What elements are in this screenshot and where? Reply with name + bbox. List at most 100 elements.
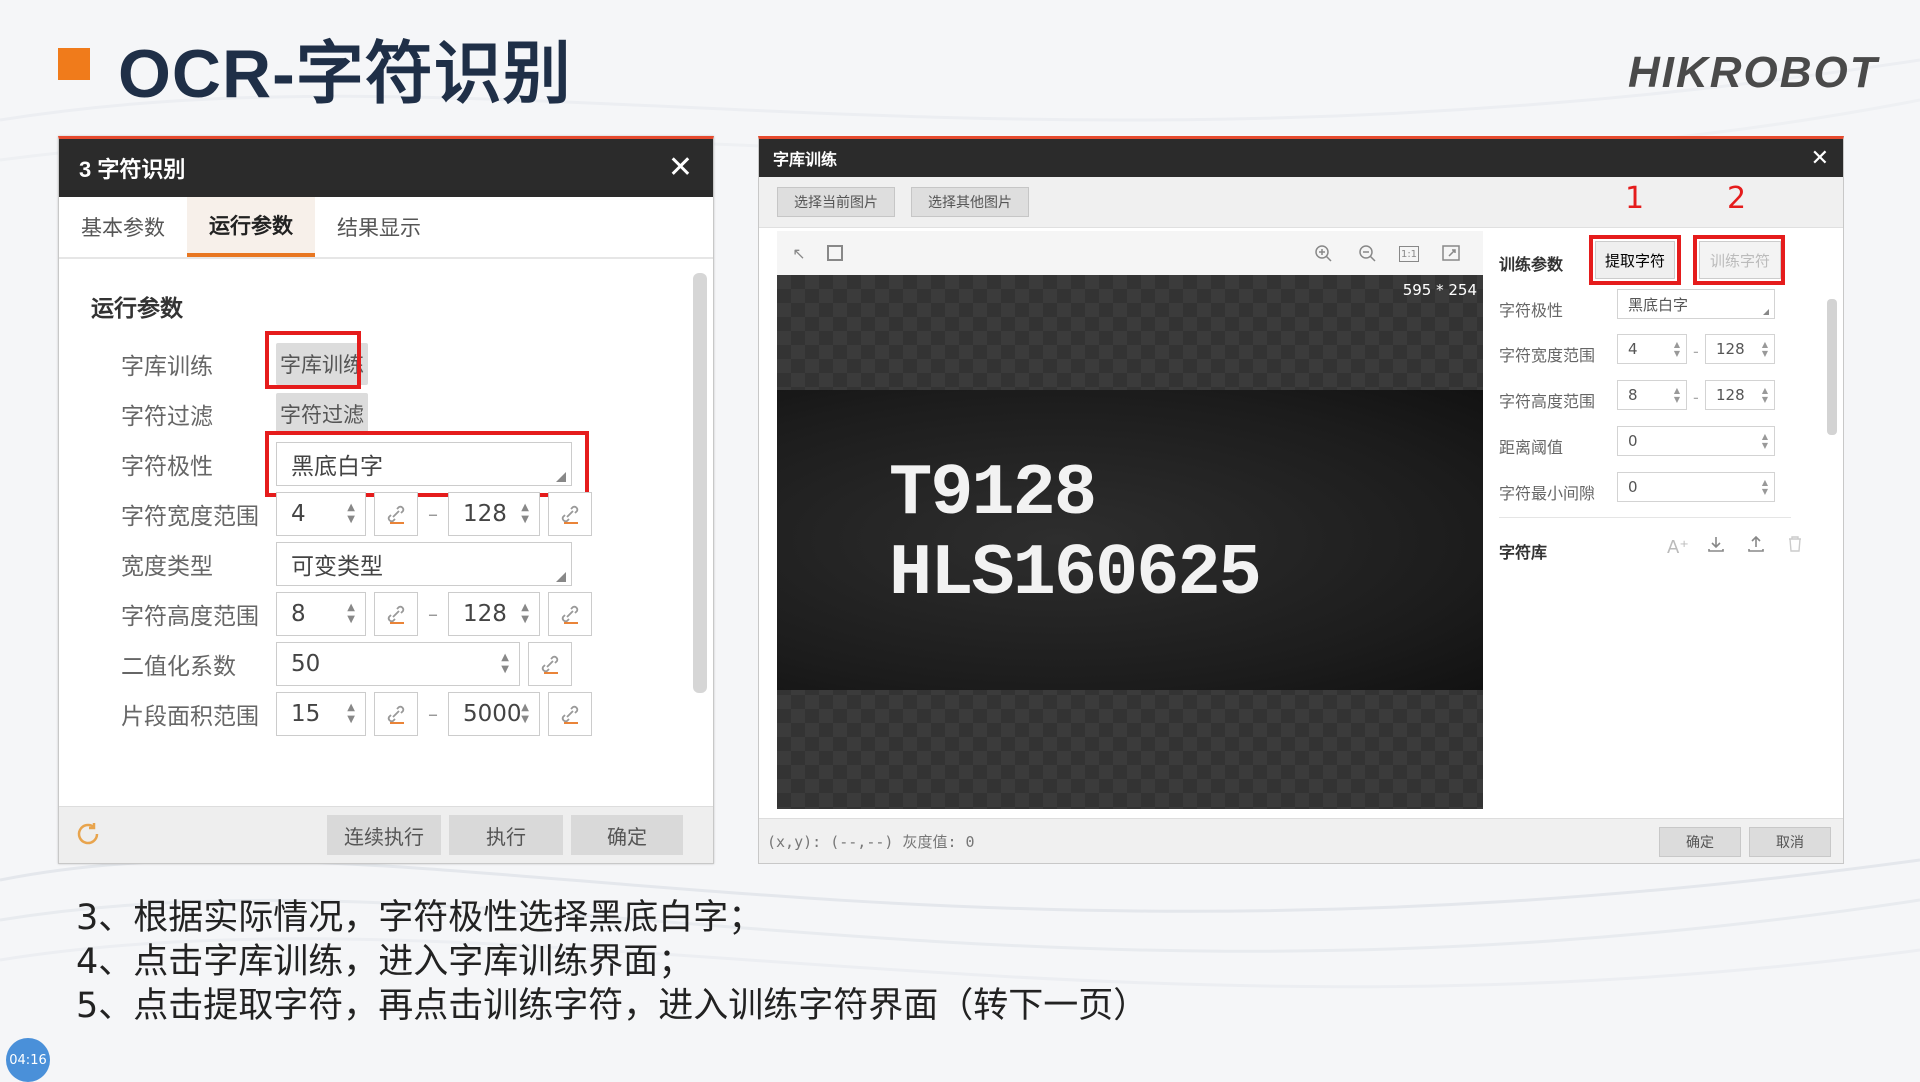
width-min-stepper[interactable]: 4 ▲ ▼	[1617, 334, 1687, 364]
width-max-stepper[interactable]: 128 ▲ ▼	[1705, 334, 1775, 364]
tab-result-display[interactable]: 结果显示	[315, 197, 443, 257]
instruction-notes: 3、根据实际情况，字符极性选择黑底白字； 4、点击字库训练，进入字库训练界面； …	[76, 896, 1148, 1028]
library-training-dialog: 字库训练 ✕ 选择当前图片 选择其他图片 ↖ 1:1 595 * 254 T91…	[758, 136, 1844, 864]
image-viewer[interactable]: 595 * 254 T9128 HLS160625	[777, 275, 1483, 809]
run-button[interactable]: 执行	[449, 815, 563, 855]
row-width-type: 宽度类型 可变类型	[121, 541, 572, 587]
height-max-stepper[interactable]: 128 ▲ ▼	[1705, 380, 1775, 410]
import-icon[interactable]	[1707, 535, 1725, 557]
width-min-stepper[interactable]: 4 ▲ ▼	[276, 492, 366, 536]
value: 128	[1716, 386, 1745, 404]
area-min-stepper[interactable]: 15 ▲ ▼	[276, 692, 366, 736]
area-max-stepper[interactable]: 5000 ▲ ▼	[448, 692, 540, 736]
select-other-image-button[interactable]: 选择其他图片	[911, 187, 1029, 217]
zoom-in-icon[interactable]	[1313, 243, 1333, 263]
value: 8	[1628, 386, 1638, 404]
binarize-stepper[interactable]: 50 ▲ ▼	[276, 642, 520, 686]
note-line: 5、点击提取字符，再点击训练字符，进入训练字符界面（转下一页）	[76, 986, 1149, 1026]
height-min-stepper[interactable]: 8 ▲ ▼	[276, 592, 366, 636]
spin-arrows-icon[interactable]: ▲ ▼	[1762, 478, 1768, 496]
continuous-run-button[interactable]: 连续执行	[327, 815, 441, 855]
add-char-icon[interactable]: A⁺	[1667, 537, 1689, 558]
tab-bar: 基本参数 运行参数 结果显示	[59, 197, 713, 259]
link-icon[interactable]	[374, 692, 418, 736]
spin-arrows-icon[interactable]: ▲ ▼	[347, 502, 355, 526]
select-current-image-button[interactable]: 选择当前图片	[777, 187, 895, 217]
tab-basic-params[interactable]: 基本参数	[59, 197, 187, 257]
close-icon[interactable]: ✕	[668, 153, 693, 183]
highlight-box	[1693, 235, 1785, 285]
section-title: 运行参数	[91, 296, 183, 322]
slide-title: OCR-字符识别	[118, 36, 572, 112]
pointer-icon[interactable]: ↖	[789, 243, 809, 263]
label: 二值化系数	[121, 654, 236, 680]
spin-arrows-icon[interactable]: ▲ ▼	[1762, 386, 1768, 404]
spin-arrows-icon[interactable]: ▲ ▼	[501, 652, 509, 676]
select-rect-icon[interactable]	[825, 243, 845, 263]
spin-arrows-icon[interactable]: ▲ ▼	[347, 702, 355, 726]
title-marker	[58, 48, 90, 80]
height-max-stepper[interactable]: 128 ▲ ▼	[448, 592, 540, 636]
value: 128	[1716, 340, 1745, 358]
image-toolbar: ↖ 1:1	[777, 231, 1483, 276]
spin-arrows-icon[interactable]: ▲ ▼	[1674, 340, 1680, 358]
row-width-range: 字符宽度范围 4 ▲ ▼ – 128 ▲ ▼	[121, 491, 592, 537]
panel-body: 运行参数 字库训练 字库训练 字符过滤 字符过滤 字符极性 黑底白字 字符宽度范…	[59, 259, 713, 799]
value: 0	[1628, 478, 1638, 496]
highlight-box	[265, 331, 361, 389]
distance-stepper[interactable]: 0 ▲ ▼	[1617, 426, 1775, 456]
panel-title: 3 字符识别	[79, 157, 186, 182]
spin-arrows-icon[interactable]: ▲ ▼	[521, 502, 529, 526]
value: 15	[291, 701, 321, 727]
spin-arrows-icon[interactable]: ▲ ▼	[347, 602, 355, 626]
delete-icon[interactable]	[1787, 535, 1803, 557]
spin-arrows-icon[interactable]: ▲ ▼	[1674, 386, 1680, 404]
ocr-text-line2: HLS160625	[889, 533, 1262, 615]
value: 4	[291, 501, 306, 527]
fit-window-icon[interactable]	[1441, 243, 1461, 263]
close-icon[interactable]: ✕	[1811, 146, 1829, 171]
char-recognition-panel: 3 字符识别 ✕ 基本参数 运行参数 结果显示 运行参数 字库训练 字库训练 字…	[58, 136, 714, 864]
dialog-footer: (x,y): (--,--) 灰度值: 0 确定 取消	[759, 818, 1843, 863]
value: 5000	[463, 701, 522, 727]
spin-arrows-icon[interactable]: ▲ ▼	[521, 602, 529, 626]
image-size-label: 595 * 254	[1402, 281, 1477, 299]
label: 片段面积范围	[121, 704, 259, 730]
link-icon[interactable]	[548, 592, 592, 636]
link-icon[interactable]	[528, 642, 572, 686]
export-icon[interactable]	[1747, 535, 1765, 557]
coordinate-readout: (x,y): (--,--) 灰度值: 0	[767, 833, 975, 851]
spin-arrows-icon[interactable]: ▲ ▼	[521, 702, 529, 726]
image-source-toolbar: 选择当前图片 选择其他图片	[759, 177, 1843, 228]
min-gap-stepper[interactable]: 0 ▲ ▼	[1617, 472, 1775, 502]
range-dash: –	[428, 502, 438, 526]
polarity-select[interactable]: 黑底白字	[1617, 289, 1775, 319]
tab-run-params[interactable]: 运行参数	[187, 197, 315, 257]
width-max-stepper[interactable]: 128 ▲ ▼	[448, 492, 540, 536]
panel-footer: 连续执行 执行 确定	[59, 806, 713, 863]
ok-button[interactable]: 确定	[571, 815, 683, 855]
zoom-out-icon[interactable]	[1357, 243, 1377, 263]
clock-badge: 04:16	[6, 1038, 50, 1082]
link-icon[interactable]	[548, 692, 592, 736]
link-icon[interactable]	[548, 492, 592, 536]
actual-size-icon[interactable]: 1:1	[1399, 246, 1419, 262]
cancel-button[interactable]: 取消	[1749, 827, 1831, 857]
char-filter-button[interactable]: 字符过滤	[276, 393, 368, 435]
vertical-scrollbar[interactable]	[693, 273, 707, 693]
ocr-text-line1: T9128	[889, 453, 1097, 535]
height-min-stepper[interactable]: 8 ▲ ▼	[1617, 380, 1687, 410]
spin-arrows-icon[interactable]: ▲ ▼	[1762, 340, 1768, 358]
width-type-select[interactable]: 可变类型	[276, 542, 572, 586]
refresh-icon[interactable]	[73, 819, 103, 853]
vertical-scrollbar[interactable]	[1827, 299, 1837, 435]
link-icon[interactable]	[374, 592, 418, 636]
spin-arrows-icon[interactable]: ▲ ▼	[1762, 432, 1768, 450]
divider	[1499, 517, 1791, 518]
label: 字符极性	[121, 454, 213, 480]
link-icon[interactable]	[374, 492, 418, 536]
step-marker-2: 2	[1727, 181, 1747, 216]
height-range-label: 字符高度范围	[1499, 392, 1596, 411]
ok-button[interactable]: 确定	[1659, 827, 1741, 857]
label: 字符高度范围	[121, 604, 259, 630]
